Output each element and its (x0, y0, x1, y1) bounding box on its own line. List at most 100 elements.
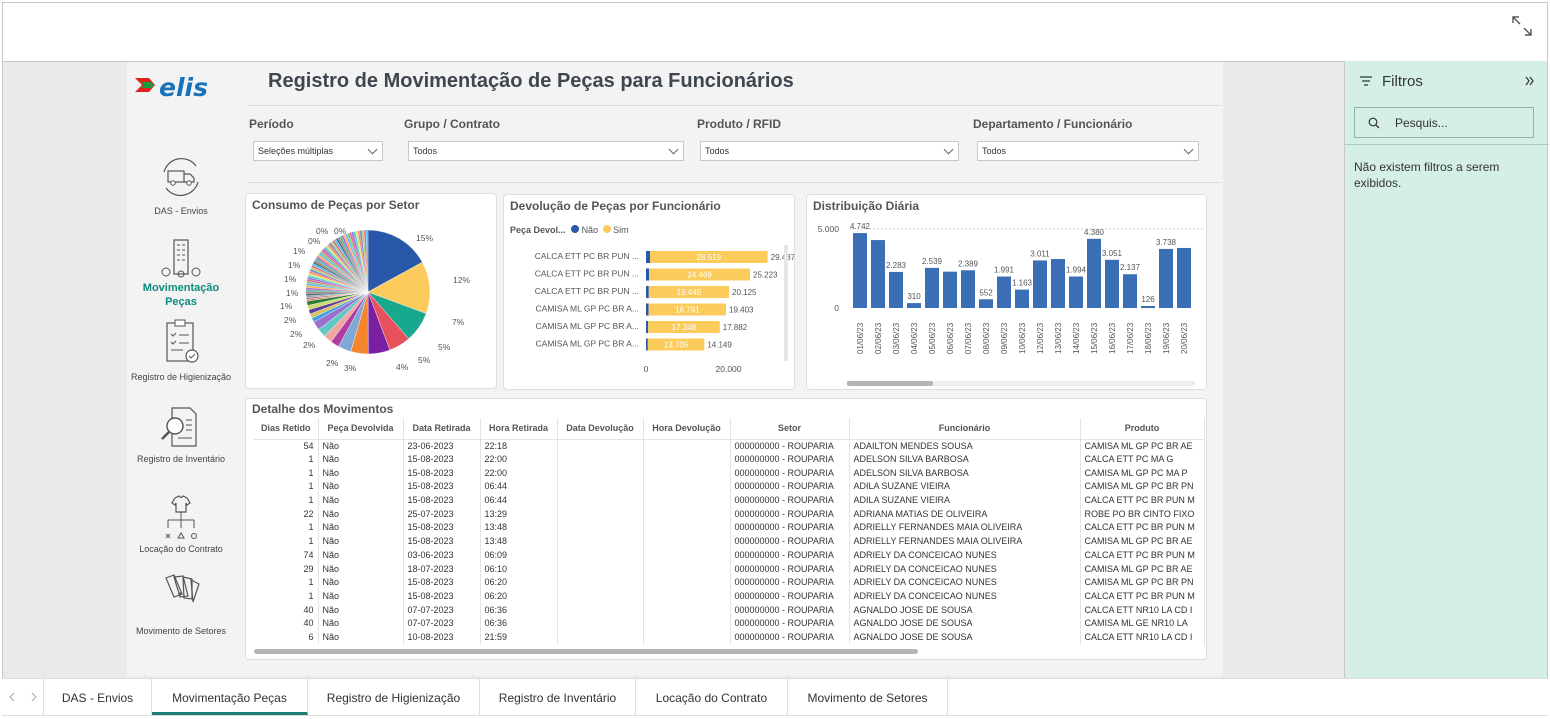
x-tick-label: 04/06/23 (910, 322, 919, 354)
daily-bar[interactable] (1087, 238, 1101, 308)
column-header[interactable]: Data Devolução (557, 418, 644, 440)
vertical-scrollbar[interactable] (784, 245, 788, 361)
nav-locacao-contrato[interactable]: Locação do Contrato (127, 494, 235, 555)
daily-bar[interactable] (1105, 259, 1119, 308)
table-cell: 06:09 (480, 548, 558, 563)
column-header[interactable]: Peça Devolvida (318, 418, 404, 440)
tab-scroll-arrows-icon[interactable] (8, 692, 38, 702)
tab-movimento-setores[interactable]: Movimento de Setores (788, 679, 948, 715)
bar-sim-label: 28.519 (697, 253, 722, 262)
movements-table[interactable]: Dias Retido Peça Devolvida Data Retirada Ho… (254, 418, 1205, 645)
column-header[interactable]: Produto (1080, 418, 1205, 440)
table-row[interactable]: 1 Não 15-08-2023 22:00 000000000 - ROUPARIA A… (254, 452, 1205, 467)
daily-bar[interactable] (1033, 260, 1047, 308)
bar-nao[interactable] (646, 303, 649, 316)
nav-registro-inventario[interactable]: Registro de Inventário (127, 404, 235, 465)
pie-data-label: 2% (303, 340, 316, 350)
daily-bar[interactable] (907, 303, 921, 308)
tab-locacao-contrato[interactable]: Locação do Contrato (636, 679, 788, 715)
daily-bar[interactable] (1159, 248, 1173, 308)
table-row[interactable]: 1 Não 15-08-2023 06:44 000000000 - ROUPARIA A… (254, 493, 1205, 508)
category-label: CAMISA ML GP PC BR A... (536, 304, 639, 314)
table-row[interactable]: 6 Não 10-08-2023 21:59 000000000 - ROUPARIA A… (254, 630, 1205, 645)
table-row[interactable]: 54 Não 23-06-2023 22:18 000000000 - ROUPARIA… (254, 439, 1205, 453)
table-row[interactable]: 1 Não 15-08-2023 06:44 000000000 - ROUPARIA A… (254, 480, 1205, 494)
nav-movimentacao-pecas[interactable]: Movimentação Peças (127, 238, 235, 309)
table-row[interactable]: 1 Não 15-08-2023 13:48 000000000 - ROUPARIA A… (254, 534, 1205, 549)
table-cell (643, 534, 731, 549)
tab-registro-inventario[interactable]: Registro de Inventário (480, 679, 636, 715)
daily-bar[interactable] (853, 233, 867, 308)
collapse-pane-icon[interactable] (1525, 76, 1535, 86)
grupo-contrato-dropdown[interactable]: Todos (408, 141, 684, 161)
table-cell: 1 (254, 534, 319, 549)
daily-bar[interactable] (997, 276, 1011, 308)
detalhe-movimentos-card: Detalhe dos Movimentos Dias Retido Peça D… (245, 398, 1207, 660)
x-tick-label: 20/06/23 (1180, 322, 1189, 354)
x-tick-label: 09/06/23 (1000, 322, 1009, 354)
daily-bar[interactable] (1141, 306, 1155, 308)
table-row[interactable]: 29 Não 18-07-2023 06:10 000000000 - ROUPARIA… (254, 562, 1205, 576)
bar-nao[interactable] (646, 286, 649, 298)
table-cell: 1 (254, 575, 319, 590)
distribuicao-diaria-card[interactable]: Distribuição Diária 0 5.000 4.742 01/06/23 0… (806, 194, 1207, 390)
horizontal-scrollbar[interactable] (254, 649, 918, 654)
column-header[interactable]: Setor (730, 418, 850, 440)
filters-search-input[interactable]: Pesquis... (1354, 107, 1534, 138)
table-row[interactable]: 1 Não 15-08-2023 22:00 000000000 - ROUPARIA A… (254, 466, 1205, 481)
table-row[interactable]: 40 Não 07-07-2023 06:36 000000000 - ROUPARIA… (254, 603, 1205, 617)
daily-bar[interactable] (1051, 259, 1065, 308)
consumo-setor-card[interactable]: Consumo de Peças por Setor 15% 12% 7% 5% 5% 4… (245, 193, 497, 389)
tab-das-envios[interactable]: DAS - Envios (44, 679, 152, 715)
devolucao-bar-chart[interactable]: CALCA ETT PC BR PUN ... 28.519 29.487 CALCA… (504, 239, 794, 389)
daily-bar[interactable] (979, 299, 993, 308)
table-row[interactable]: 40 Não 07-07-2023 06:36 000000000 - ROUPARIA… (254, 616, 1205, 631)
daily-bar-chart[interactable]: 0 5.000 4.742 01/06/23 02/06/23 2.283 03/06/23… (807, 211, 1206, 389)
tab-movimentacao-pecas[interactable]: Movimentação Peças (152, 679, 308, 715)
table-row[interactable]: 1 Não 15-08-2023 06:20 000000000 - ROUPARIA A… (254, 589, 1205, 604)
table-cell: 000000000 - ROUPARIA (730, 466, 850, 481)
daily-bar[interactable] (1015, 289, 1029, 308)
column-header[interactable]: Hora Retirada (480, 418, 558, 440)
building-icon (161, 239, 201, 278)
table-row[interactable]: 1 Não 15-08-2023 13:48 000000000 - ROUPARIA A… (254, 521, 1205, 535)
pie-chart[interactable]: 15%12%7%5%5%4%3%2%2%2%2%1%1%1%1%1%0%0% 0% (246, 212, 496, 388)
nav-movimento-setores[interactable]: Movimento de Setores (127, 572, 235, 637)
produto-rfid-dropdown[interactable]: Todos (700, 141, 959, 161)
bar-nao[interactable] (646, 251, 650, 263)
departamento-dropdown[interactable]: Todos (977, 141, 1199, 161)
bar-nao[interactable] (646, 321, 649, 333)
table-cell: 000000000 - ROUPARIA (730, 507, 850, 522)
column-header[interactable]: Data Retirada (403, 418, 481, 440)
table-row[interactable]: 22 Não 25-07-2023 13:29 000000000 - ROUPARIA… (254, 507, 1205, 522)
expand-icon[interactable] (1511, 15, 1533, 37)
nav-das-envios[interactable]: DAS - Envios (127, 152, 235, 217)
table-cell: 15-08-2023 (403, 493, 481, 508)
table-cell: 000000000 - ROUPARIA (730, 630, 850, 645)
daily-bar[interactable] (1177, 247, 1191, 308)
horizontal-scrollbar[interactable] (847, 381, 933, 386)
table-cell: 06:36 (480, 616, 558, 631)
tab-registro-higienizacao[interactable]: Registro de Higienização (308, 679, 480, 715)
daily-bar[interactable] (889, 271, 903, 308)
daily-bar[interactable] (871, 240, 885, 308)
bar-nao[interactable] (646, 268, 650, 281)
column-header[interactable]: Dias Retido (254, 418, 319, 440)
daily-bar[interactable] (961, 270, 975, 308)
daily-bar[interactable] (943, 271, 957, 308)
nav-registro-higienizacao[interactable]: Registro de Higienização (127, 318, 235, 383)
table-cell: Não (318, 493, 404, 508)
column-header[interactable]: Funcionário (849, 418, 1081, 440)
daily-bar[interactable] (1123, 274, 1137, 308)
table-row[interactable]: 1 Não 15-08-2023 06:20 000000000 - ROUPARIA A… (254, 575, 1205, 590)
periodo-dropdown[interactable]: Seleções múltiplas (253, 141, 383, 161)
table-row[interactable]: 74 Não 03-06-2023 06:09 000000000 - ROUPARIA… (254, 548, 1205, 563)
daily-bar[interactable] (925, 267, 939, 308)
column-header[interactable]: Hora Devolução (643, 418, 731, 440)
bar-nao[interactable] (646, 338, 648, 351)
table-cell: 13:48 (480, 521, 558, 535)
daily-bar[interactable] (1069, 276, 1083, 308)
table-cell: CALCA ETT NR10 LA CD I (1080, 603, 1205, 617)
search-placeholder: Pesquis... (1395, 116, 1448, 130)
devolucao-funcionario-card[interactable]: Devolução de Peças por Funcionário Peça … (503, 194, 795, 390)
